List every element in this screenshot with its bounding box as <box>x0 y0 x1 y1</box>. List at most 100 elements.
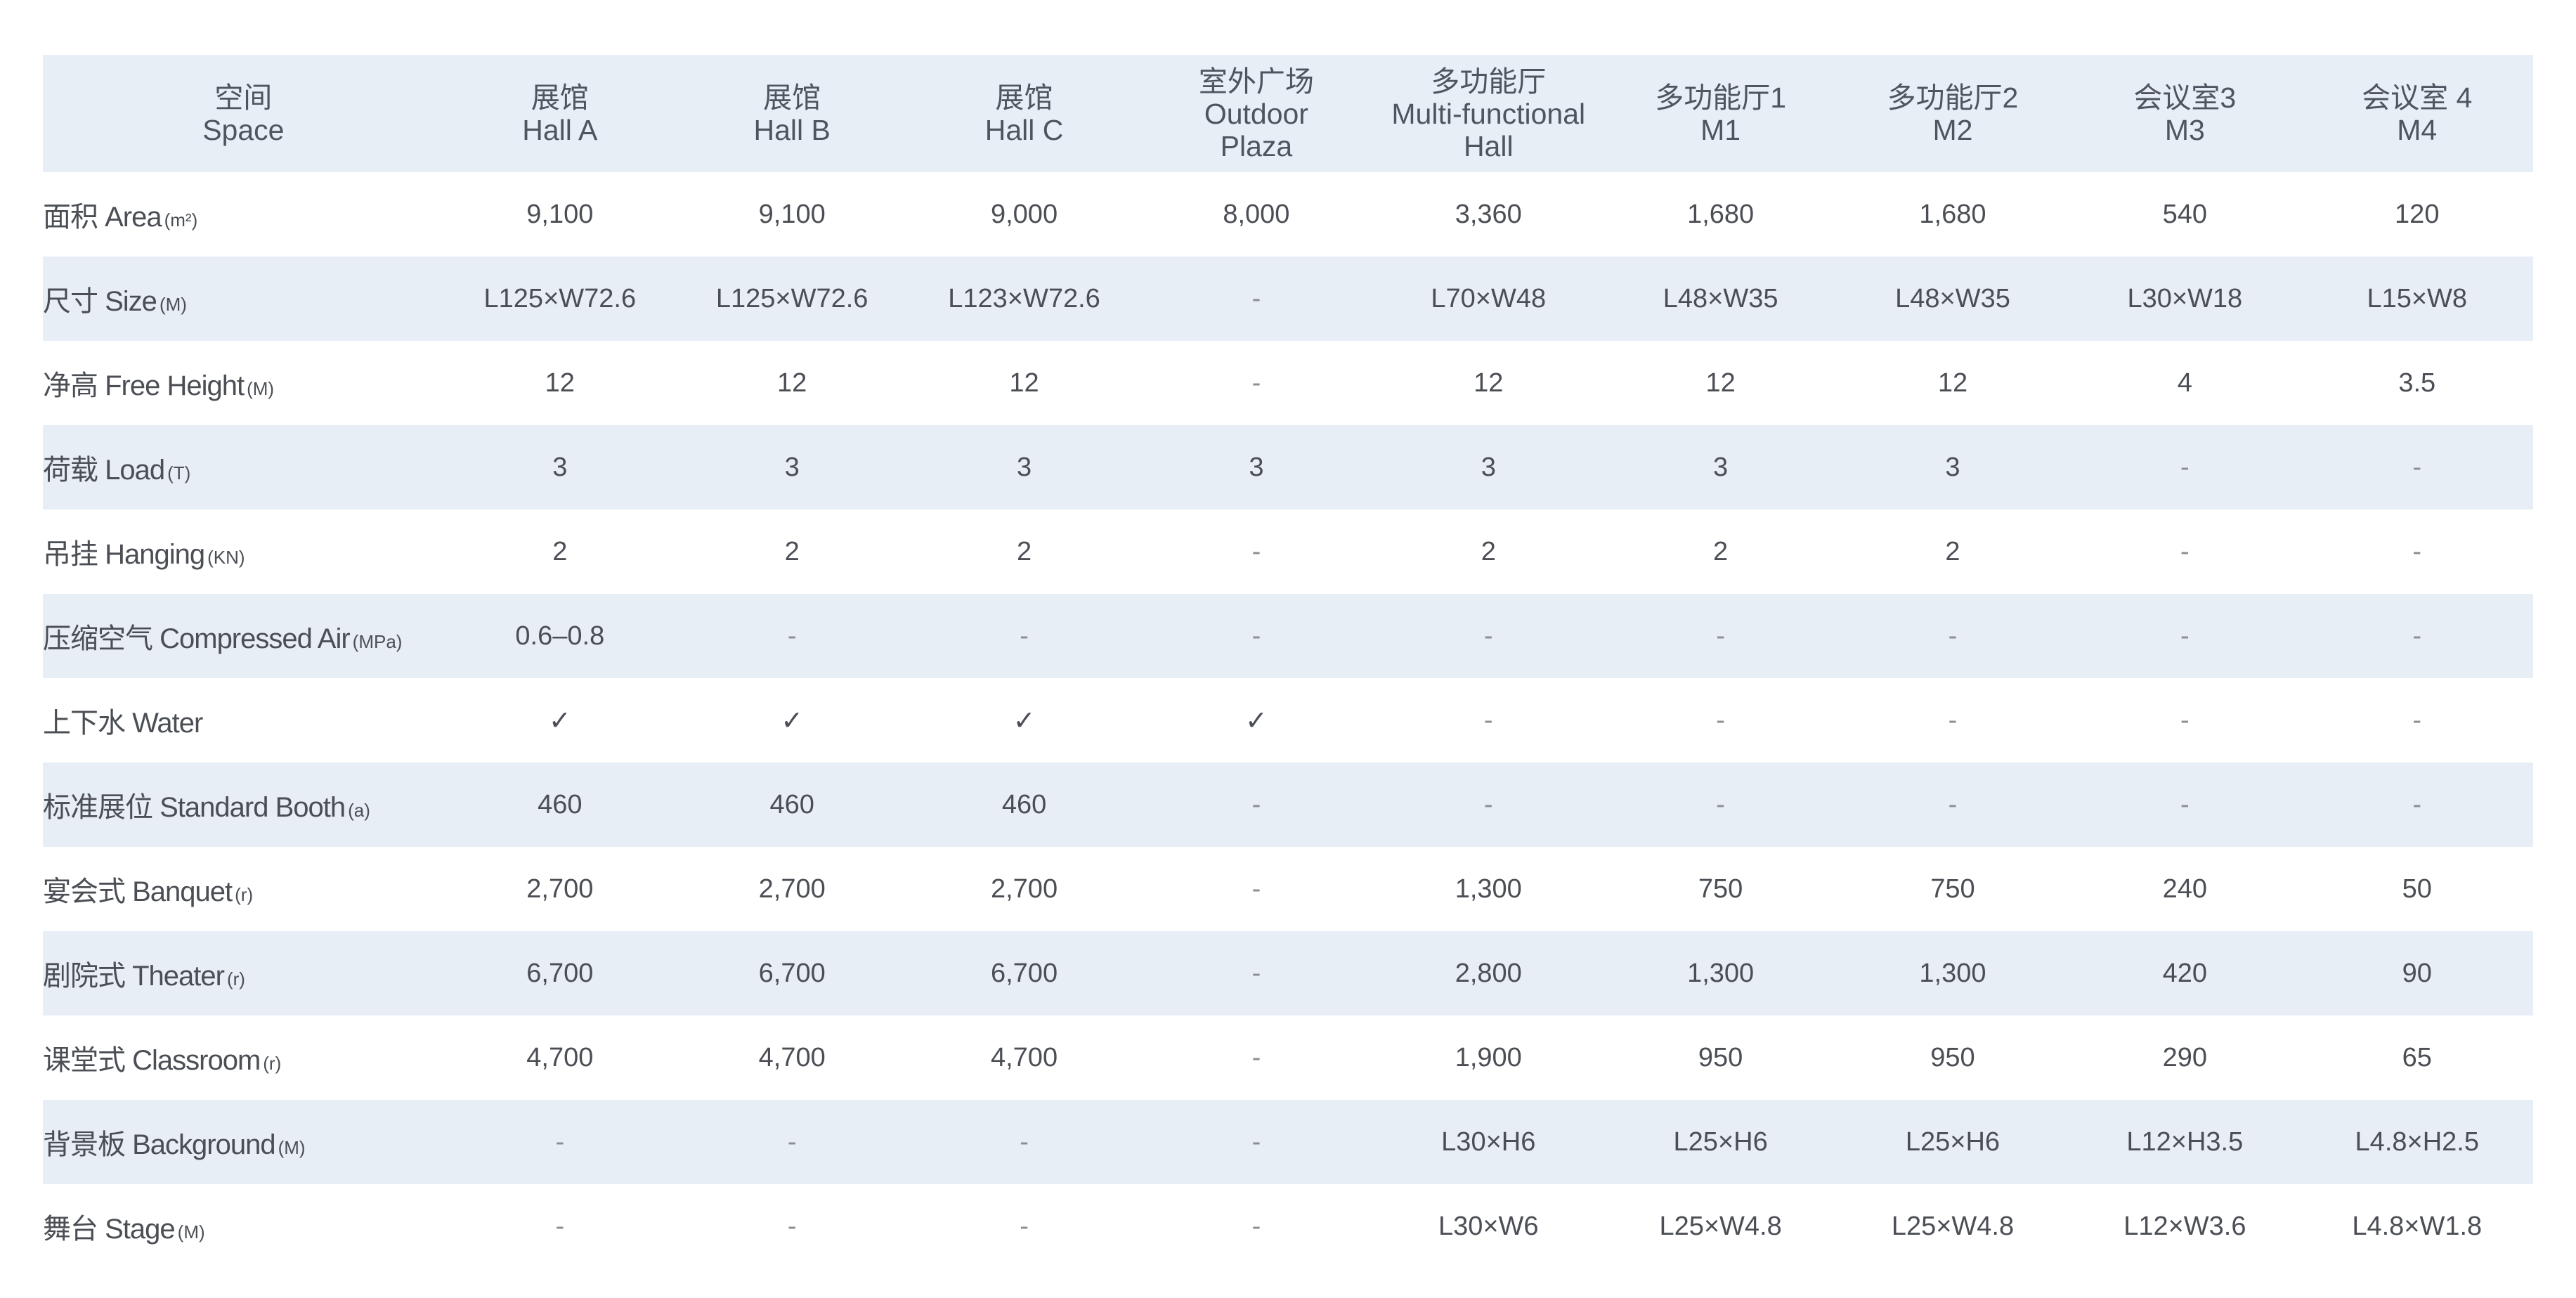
table-cell: 2 <box>1945 536 1960 566</box>
table-cell: 6,700 <box>443 931 676 1015</box>
table-cell: 65 <box>2402 1042 2432 1072</box>
column-header-outdoor-plaza: 室外广场 Outdoor Plaza <box>1140 55 1372 172</box>
table-row: 荷载 Load (T) 3 3 3 3 3 3 3- - <box>43 425 2533 510</box>
table-cell: - <box>2412 536 2422 566</box>
table-cell: 12 <box>777 368 807 398</box>
table-cell: 3 <box>676 425 909 510</box>
table-cell: - <box>2180 705 2190 735</box>
column-header-hall-b: 展馆 Hall B <box>676 55 908 172</box>
row-label: 净高 Free Height (M) <box>43 341 444 425</box>
table-cell: 3 <box>908 425 1140 510</box>
table-cell: 12 <box>545 368 575 398</box>
table-cell: 4 <box>2177 368 2192 398</box>
table-cell: 2,700 <box>526 874 594 904</box>
table-cell: 2 <box>1481 536 1496 566</box>
column-header-zh: 多功能厅 <box>1431 65 1547 98</box>
table-cell: - <box>1372 762 1605 847</box>
table-row: 宴会式 Banquet (r) 2,700 2,700 2,700 - 1,300 750 75… <box>43 847 2533 931</box>
row-label-unit: (KN) <box>207 547 245 568</box>
table-cell: 90 <box>2301 931 2533 1015</box>
table-cell: L48×W35 <box>1836 257 2069 341</box>
row-label-unit: (M) <box>177 1221 205 1242</box>
column-header-zh: 多功能厅1 <box>1655 81 1787 114</box>
table-row: 舞台 Stage (M) - - - - L30×W6 L25×W4.8 L25×W4.8 L12… <box>43 1184 2533 1268</box>
row-label-unit: (a) <box>348 800 370 821</box>
table-cell: L25×H6 <box>1604 1100 1837 1184</box>
table-cell: L125×W72.6 <box>676 257 909 341</box>
row-label: 舞台 Stage (M) <box>43 1184 444 1268</box>
table-cell: 240 <box>2162 874 2208 904</box>
row-label: 尺寸 Size (M) <box>43 257 444 341</box>
table-cell: 1,680 <box>1687 199 1755 229</box>
table-cell: - <box>2180 536 2190 566</box>
table-cell: - <box>1483 705 1493 735</box>
column-header-zh: 多功能厅2 <box>1887 81 2019 114</box>
table-cell: - <box>1251 1042 1261 1072</box>
table-row: 标准展位 Standard Booth (a) 460 460 460- - - - - - <box>43 762 2533 847</box>
row-label-text: 吊挂 Hanging <box>43 539 205 570</box>
table-cell: 2 <box>1016 536 1032 566</box>
table-cell: - <box>555 1211 565 1241</box>
table-cell: 3 <box>1372 425 1605 510</box>
table-cell: - <box>676 1100 909 1184</box>
table-cell: 950 <box>1930 1042 1975 1072</box>
table-cell: 0.6–0.8 <box>443 594 676 678</box>
table-cell: - <box>1948 705 1958 735</box>
row-label: 剧院式 Theater (r) <box>43 931 444 1015</box>
table-cell: 2,700 <box>758 874 826 904</box>
column-header-zh: 展馆 <box>763 81 821 114</box>
table-cell: - <box>2069 594 2301 678</box>
table-cell: - <box>676 594 909 678</box>
table-cell: 290 <box>2162 1042 2208 1072</box>
column-header-zh: 室外广场 <box>1198 65 1314 98</box>
table-cell: L123×W72.6 <box>908 257 1140 341</box>
row-label-unit: (M) <box>159 294 187 315</box>
table-cell: 9,100 <box>526 199 594 229</box>
row-label-text: 宴会式 Banquet <box>43 876 233 907</box>
table-cell: 460 <box>908 762 1140 847</box>
row-label: 荷载 Load (T) <box>43 425 444 510</box>
table-row: 剧院式 Theater (r) 6,700 6,700 6,700-2,800 1,300… <box>43 931 2533 1015</box>
table-cell: 12 <box>1705 368 1736 398</box>
check-icon: ✓ <box>1244 706 1268 736</box>
table-cell: 1,300 <box>1836 931 2069 1015</box>
row-label-text: 舞台 Stage <box>43 1214 176 1245</box>
table-cell: 3 <box>1140 425 1373 510</box>
column-header-multi-functional-hall: 多功能厅 Multi-functional Hall <box>1372 55 1604 172</box>
column-header-hall-c: 展馆 Hall C <box>908 55 1140 172</box>
column-header-m2: 多功能厅2 M2 <box>1837 55 2069 172</box>
table-cell: 420 <box>2069 931 2301 1015</box>
table-cell: 540 <box>2162 199 2208 229</box>
row-label-text: 尺寸 Size <box>43 286 157 317</box>
row-label-text: 上下水 Water <box>43 708 203 739</box>
table-cell: 3 <box>1604 425 1837 510</box>
table-cell: 3.5 <box>2398 368 2436 398</box>
table-row: 压缩空气 Compressed Air (MPa) 0.6–0.8- - - - - - - - <box>43 594 2533 678</box>
row-label-unit: (r) <box>235 884 254 905</box>
table-cell: 4,700 <box>526 1042 594 1072</box>
table-cell: L12×W3.6 <box>2123 1211 2246 1241</box>
table-cell: 2,800 <box>1372 931 1605 1015</box>
table-cell: L12×H3.5 <box>2069 1100 2301 1184</box>
table-cell: L4.8×W1.8 <box>2352 1211 2483 1241</box>
row-label-unit: (M) <box>247 378 275 399</box>
column-header-en: Hall B <box>753 113 831 146</box>
row-label-unit: (r) <box>226 968 245 989</box>
table-cell: - <box>2301 594 2533 678</box>
table-cell: 3,360 <box>1455 199 1522 229</box>
table-cell: 950 <box>1698 1042 1743 1072</box>
table-cell: - <box>1140 257 1373 341</box>
column-header-en-line2: Plaza <box>1220 129 1293 162</box>
table-cell: 50 <box>2402 874 2432 904</box>
venue-spec-table: 空间 Space 展馆 Hall A 展馆 Hall B 展馆 Hall C 室… <box>43 55 2533 1268</box>
column-header-en: M2 <box>1932 113 1973 146</box>
check-icon: ✓ <box>548 706 571 736</box>
column-header-en: M1 <box>1700 113 1741 146</box>
table-cell: L48×W35 <box>1604 257 1837 341</box>
table-cell: - <box>2412 705 2422 735</box>
column-header-zh: 会议室3 <box>2133 81 2237 114</box>
column-header-m4: 会议室 4 M4 <box>2301 55 2533 172</box>
table-cell: L25×W4.8 <box>1891 1211 2015 1241</box>
column-header-zh: 展馆 <box>531 81 589 114</box>
table-row: 吊挂 Hanging (KN) 2 2 2 - 2 2 2 - - <box>43 510 2533 594</box>
